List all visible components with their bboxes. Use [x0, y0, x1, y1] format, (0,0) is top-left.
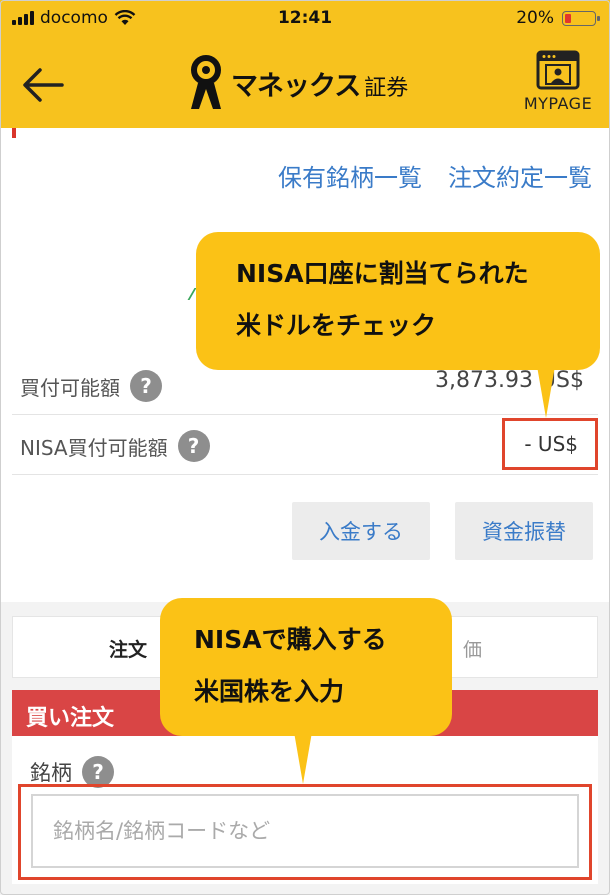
brand-logo: マネックス 証券: [185, 54, 408, 112]
orders-link[interactable]: 注文約定一覧: [448, 158, 592, 193]
fund-transfer-button[interactable]: 資金振替: [455, 502, 593, 560]
symbol-input-highlight: [18, 784, 592, 880]
symbol-label: 銘柄: [30, 761, 72, 785]
battery-percent: 20%: [516, 8, 554, 28]
top-links: 保有銘柄一覧 注文約定一覧: [278, 158, 592, 193]
callout-pointer: [537, 366, 555, 418]
battery-icon: [562, 10, 600, 26]
callout-pointer: [294, 732, 312, 784]
tab-price[interactable]: 価: [463, 635, 482, 662]
nisa-buying-power-label: NISA買付可能額: [20, 435, 168, 460]
help-icon[interactable]: ?: [177, 430, 210, 462]
buying-power-value: 3,873.93 US$: [434, 368, 584, 393]
monex-figure-icon: [191, 55, 221, 109]
status-bar: docomo 12:41 20%: [0, 6, 610, 32]
nisa-value-highlight: [502, 418, 598, 470]
tab-order[interactable]: 注文: [109, 635, 147, 662]
app-header: docomo 12:41 20% マネックス 証券 MYPAGE: [0, 0, 610, 128]
nisa-balance-callout: NISA口座に割当てられた 米ドルをチェック: [196, 232, 600, 370]
holdings-link[interactable]: 保有銘柄一覧: [278, 158, 422, 193]
battery-status: 20%: [516, 8, 600, 28]
buying-power-label: 買付可能額: [20, 375, 120, 400]
red-accent-mark: [12, 128, 16, 138]
mypage-button[interactable]: MYPAGE: [516, 50, 600, 122]
stock-input-callout: NISAで購入する 米国株を入力: [160, 598, 452, 736]
mypage-icon: [536, 50, 580, 90]
mypage-label: MYPAGE: [523, 94, 593, 113]
help-icon[interactable]: ?: [130, 370, 162, 402]
back-arrow-icon[interactable]: [18, 60, 68, 110]
symbol-search-input[interactable]: [31, 794, 579, 868]
brand-name: マネックス 証券: [231, 70, 409, 102]
deposit-button[interactable]: 入金する: [292, 502, 430, 560]
